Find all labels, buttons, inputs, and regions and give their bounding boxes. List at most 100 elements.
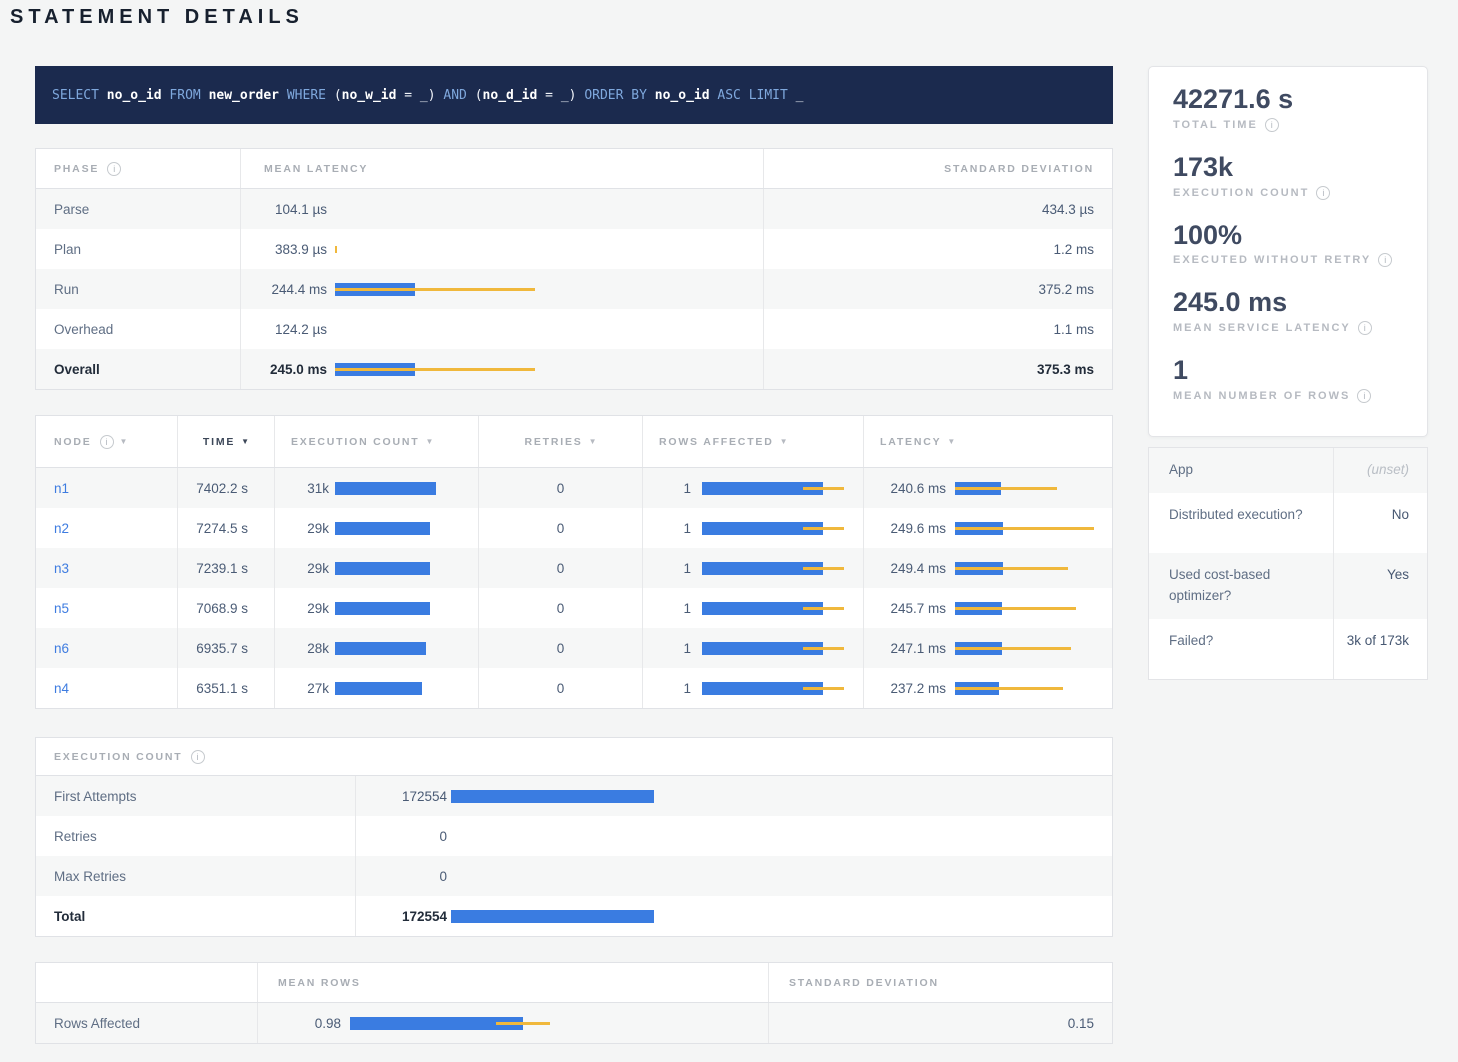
- node-link[interactable]: n2: [54, 521, 69, 536]
- node-time-value: 7274.5 s: [178, 508, 275, 548]
- stddev-bar: [955, 527, 1094, 530]
- info-icon[interactable]: i: [100, 435, 114, 449]
- phase-row-plan: Plan 383.9 µs 1.2 ms: [36, 229, 1112, 269]
- node-retries-value: 0: [479, 588, 643, 628]
- stat-value: 173k: [1173, 151, 1403, 185]
- info-icon[interactable]: i: [1357, 389, 1371, 403]
- stddev-bar: [955, 567, 1068, 570]
- stddev-bar: [803, 527, 844, 530]
- node-time-value: 6935.7 s: [178, 628, 275, 668]
- node-time-value: 7402.2 s: [178, 468, 275, 508]
- phase-row-overall: Overall 245.0 ms 375.3 ms: [36, 349, 1112, 389]
- info-icon[interactable]: i: [107, 162, 121, 176]
- count-bar-fill: [451, 910, 654, 923]
- attribute-row-app: App (unset): [1149, 448, 1427, 493]
- exec-count-bar: [335, 522, 478, 535]
- phase-label: Overhead: [36, 309, 241, 349]
- exec-count-bar-fill: [335, 602, 430, 615]
- info-icon[interactable]: i: [1378, 253, 1392, 267]
- node-rows-affected-value: 1: [643, 601, 691, 616]
- standard-deviation-column-header: STANDARD DEVIATION: [789, 977, 939, 989]
- rows-affected-bar: [702, 642, 863, 655]
- node-row-n4: n46351.1 s27k01237.2 ms: [36, 668, 1112, 708]
- node-table-header: NODE i ▼ TIME ▼ EXECUTION COUNT ▼ RETRIE…: [36, 416, 1112, 468]
- node-rows-affected-value: 1: [643, 481, 691, 496]
- exec-count-bar-fill: [335, 482, 436, 495]
- deviation-tick: [335, 246, 337, 253]
- stddev-value: 375.3 ms: [764, 349, 1114, 389]
- execution-count-table-header: EXECUTION COUNT i: [36, 738, 1112, 776]
- exec-row-label: Retries: [36, 816, 356, 856]
- node-link[interactable]: n4: [54, 681, 69, 696]
- rows-affected-column-header[interactable]: ROWS AFFECTED ▼: [643, 416, 864, 467]
- exec-row-max-retries: Max Retries 0: [36, 856, 1112, 896]
- stat-value: 100%: [1173, 219, 1403, 253]
- phase-label: Overall: [36, 349, 241, 389]
- node-latency-value: 247.1 ms: [864, 641, 946, 656]
- node-link[interactable]: n1: [54, 481, 69, 496]
- phase-row-run: Run 244.4 ms 375.2 ms: [36, 269, 1112, 309]
- node-exec-count-value: 29k: [275, 601, 329, 616]
- standard-deviation-column-header: STANDARD DEVIATION: [944, 163, 1094, 175]
- node-exec-count-value: 31k: [275, 481, 329, 496]
- node-latency-value: 245.7 ms: [864, 601, 946, 616]
- sort-arrow-icon: ▼: [589, 437, 597, 446]
- stddev-bar: [803, 647, 844, 650]
- latency-column-header[interactable]: LATENCY ▼: [864, 416, 1114, 467]
- exec-row-retries: Retries 0: [36, 816, 1112, 856]
- rows-affected-bar: [702, 482, 863, 495]
- info-icon[interactable]: i: [191, 750, 205, 764]
- phase-row-overhead: Overhead 124.2 µs 1.1 ms: [36, 309, 1112, 349]
- node-retries-value: 0: [479, 548, 643, 588]
- node-retries-value: 0: [479, 628, 643, 668]
- attribute-label: Used cost-based optimizer?: [1149, 553, 1334, 619]
- node-link[interactable]: n5: [54, 601, 69, 616]
- exec-count-bar: [335, 482, 478, 495]
- mean-latency-column-header: MEAN LATENCY: [241, 163, 368, 175]
- exec-count-value: 0: [356, 869, 447, 884]
- node-row-n6: n66935.7 s28k01247.1 ms: [36, 628, 1112, 668]
- mean-latency-value: 245.0 ms: [241, 362, 327, 377]
- rows-affected-bar: [702, 602, 863, 615]
- node-link[interactable]: n6: [54, 641, 69, 656]
- count-bar: [451, 790, 1114, 803]
- sort-arrow-icon: ▼: [947, 437, 955, 446]
- time-column-header[interactable]: TIME ▼: [178, 416, 275, 467]
- stddev-bar: [955, 487, 1057, 490]
- latency-bar: [335, 243, 763, 256]
- exec-row-label: First Attempts: [36, 776, 356, 816]
- exec-row-label: Total: [36, 896, 356, 936]
- phase-column-header: PHASE: [54, 163, 99, 175]
- node-link[interactable]: n3: [54, 561, 69, 576]
- stat-label: EXECUTION COUNT: [1173, 187, 1309, 199]
- sort-arrow-icon: ▼: [426, 437, 434, 446]
- info-icon[interactable]: i: [1265, 118, 1279, 132]
- mean-rows-column-header: MEAN ROWS: [278, 977, 361, 989]
- stat-executed-without-retry: 100% EXECUTED WITHOUT RETRYi: [1173, 219, 1403, 268]
- exec-count-bar: [335, 682, 478, 695]
- exec-count-bar: [335, 562, 478, 575]
- attribute-row-cost-based-optimizer: Used cost-based optimizer? Yes: [1149, 553, 1427, 619]
- stat-execution-count: 173k EXECUTION COUNT i: [1173, 151, 1403, 200]
- latency-bar: [335, 203, 763, 216]
- exec-count-bar-fill: [335, 642, 426, 655]
- stddev-bar: [803, 607, 844, 610]
- retries-column-header[interactable]: RETRIES ▼: [479, 416, 643, 467]
- stat-mean-service-latency: 245.0 ms MEAN SERVICE LATENCYi: [1173, 286, 1403, 335]
- node-column-header[interactable]: NODE i ▼: [36, 416, 178, 467]
- phase-row-parse: Parse 104.1 µs 434.3 µs: [36, 189, 1112, 229]
- node-rows-affected-value: 1: [643, 561, 691, 576]
- rows-affected-label: Rows Affected: [36, 1003, 258, 1043]
- execution-count-column-header[interactable]: EXECUTION COUNT ▼: [275, 416, 479, 467]
- latency-bar: [955, 602, 1114, 615]
- info-icon[interactable]: i: [1316, 186, 1330, 200]
- node-time-value: 7239.1 s: [178, 548, 275, 588]
- stddev-bar: [335, 368, 535, 371]
- node-retries-value: 0: [479, 668, 643, 708]
- stddev-bar: [335, 288, 535, 291]
- info-icon[interactable]: i: [1358, 321, 1372, 335]
- exec-row-label: Max Retries: [36, 856, 356, 896]
- stddev-bar: [955, 647, 1071, 650]
- mean-latency-value: 383.9 µs: [241, 242, 327, 257]
- exec-count-bar-fill: [335, 562, 430, 575]
